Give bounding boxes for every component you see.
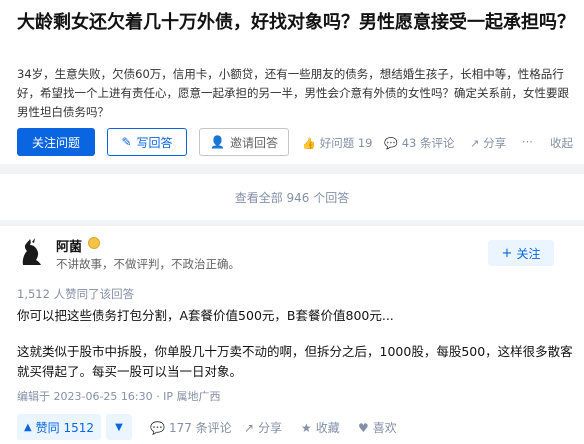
comment-icon: 💬 [384, 136, 398, 150]
answer-paragraph-1: 你可以把这些债务打包分割，A套餐价值500元，B套餐价值800元... [17, 308, 394, 323]
vote-up-label: 赞同 1512 [35, 420, 95, 435]
plus-icon: + [501, 245, 513, 261]
comment-icon: 💬 [150, 420, 165, 435]
pencil-icon: ✎ [121, 135, 132, 149]
author-bio: 不讲故事，不做评判，不政治正确。 [56, 257, 240, 271]
more-label: ··· [522, 135, 533, 149]
collapse-label: 收起 [550, 136, 573, 150]
view-all-bar: 查看全部 946 个回答 [0, 174, 584, 220]
good-question-button[interactable]: 👍 好问题 19 [302, 135, 373, 151]
author-name[interactable]: 阿菌 [56, 236, 82, 255]
follow-author-button[interactable]: + 关注 [488, 240, 554, 266]
write-answer-button[interactable]: ✎ 写回答 [107, 128, 187, 156]
collapse-button[interactable]: 收起 [550, 135, 573, 151]
vote-down-button[interactable]: ▼ [106, 414, 132, 440]
answer-item: 阿菌 不讲故事，不做评判，不政治正确。 + 关注 1,512 人赞同了该回答 你… [0, 226, 584, 444]
question-comments-button[interactable]: 💬 43 条评论 [384, 135, 455, 151]
answer-comments-label: 177 条评论 [168, 421, 232, 435]
share-icon: ↗ [244, 420, 255, 435]
answer-share-label: 分享 [258, 421, 283, 435]
answer-comments-button[interactable]: 💬 177 条评论 [150, 419, 232, 436]
answer-share-button[interactable]: ↗ 分享 [244, 419, 282, 436]
follow-question-label: 关注问题 [31, 135, 80, 150]
person-add-icon: 👤 [210, 135, 225, 149]
avatar[interactable] [14, 236, 46, 268]
like-label: 喜欢 [372, 421, 397, 435]
follow-author-label: 关注 [516, 246, 541, 261]
like-button[interactable]: ♥ 喜欢 [358, 419, 397, 436]
edit-meta[interactable]: 编辑于 2023-06-25 16:30 · IP 属地广西 [17, 388, 220, 404]
question-header: 大龄剩女还欠着几十万外债，好找对象吗？男性愿意接受一起承担吗？ 34岁，生意失败… [0, 0, 584, 164]
question-share-button[interactable]: ↗ 分享 [470, 135, 506, 151]
view-all-answers-link[interactable]: 查看全部 946 个回答 [0, 174, 584, 220]
triangle-down-icon: ▼ [115, 421, 123, 433]
write-answer-label: 写回答 [136, 135, 173, 150]
agree-count: 1,512 人赞同了该回答 [17, 287, 135, 301]
question-description: 34岁，生意失败，欠债60万，信用卡，小额贷，还有一些朋友的债务，想结婚生孩子，… [17, 67, 569, 119]
collect-label: 收藏 [315, 421, 340, 435]
thumb-icon: 👍 [302, 136, 316, 150]
answer-paragraph-2: 这就类似于股市中拆股，你单股几十万卖不动的啊，但拆分之后，1000股，每股500… [17, 344, 573, 379]
follow-question-button[interactable]: 关注问题 [17, 128, 95, 156]
question-title[interactable]: 大龄剩女还欠着几十万外债，好找对象吗？男性愿意接受一起承担吗？ [17, 9, 577, 36]
good-question-label: 好问题 19 [319, 136, 373, 150]
collect-button[interactable]: ★ 收藏 [301, 419, 340, 436]
question-comments-label: 43 条评论 [401, 136, 455, 150]
star-icon: ★ [301, 420, 312, 435]
question-share-label: 分享 [483, 136, 507, 150]
more-button[interactable]: ··· [522, 135, 533, 149]
triangle-up-icon: ▲ [23, 421, 32, 433]
share-icon: ↗ [470, 136, 480, 150]
vote-up-button[interactable]: ▲ 赞同 1512 [17, 414, 101, 440]
invite-answer-button[interactable]: 👤 邀请回答 [199, 128, 289, 156]
invite-answer-label: 邀请回答 [229, 135, 278, 150]
heart-icon: ♥ [358, 420, 369, 435]
badge-icon [88, 237, 100, 249]
